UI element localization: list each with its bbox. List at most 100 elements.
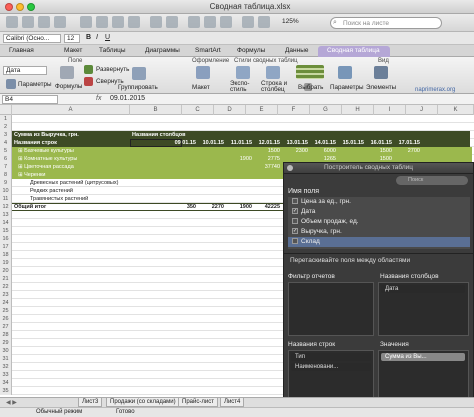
row-header[interactable]: 26: [0, 315, 12, 323]
row-header[interactable]: 33: [0, 371, 12, 379]
rows-cols-button[interactable]: Строка и столбец: [261, 80, 287, 93]
pivot-value-cell[interactable]: 2300: [282, 147, 310, 155]
row-header[interactable]: 16: [0, 235, 12, 243]
select-button[interactable]: Выбрать: [298, 84, 323, 91]
copy-icon[interactable]: [96, 16, 108, 28]
row-header[interactable]: 21: [0, 275, 12, 283]
italic-button[interactable]: I: [96, 34, 98, 41]
print-icon[interactable]: [54, 16, 66, 28]
field-params-button[interactable]: Параметры: [18, 81, 52, 88]
sheet-tab[interactable]: Лист3: [78, 398, 103, 407]
selected-cell[interactable]: [130, 139, 182, 147]
date-header[interactable]: 12.01.15: [254, 139, 282, 147]
formulas-button[interactable]: Формулы: [55, 83, 82, 90]
row-header[interactable]: 6: [0, 155, 12, 163]
row-header[interactable]: 3: [0, 131, 12, 139]
row-header[interactable]: 9: [0, 179, 12, 187]
pivot-style-gallery[interactable]: [296, 65, 324, 79]
pivot-value-cell[interactable]: 2700: [394, 147, 422, 155]
row-header[interactable]: 18: [0, 251, 12, 259]
font-name-select[interactable]: Calibri (Осно...: [3, 34, 61, 43]
report-layout-button[interactable]: Экспо- стиль: [230, 80, 250, 93]
row-header[interactable]: 32: [0, 363, 12, 371]
pivot-value-cell[interactable]: 1500: [366, 147, 394, 155]
pivot-value-cell[interactable]: 1500: [254, 147, 282, 155]
field-row[interactable]: ✓ Дата: [288, 207, 470, 217]
tab-charts[interactable]: Диаграммы: [136, 46, 192, 57]
row-header[interactable]: 23: [0, 291, 12, 299]
formula-input[interactable]: 09.01.2015: [110, 95, 145, 102]
pivot-total-label[interactable]: Общий итог: [14, 203, 114, 211]
row-header[interactable]: 29: [0, 339, 12, 347]
row-header[interactable]: 14: [0, 219, 12, 227]
date-header[interactable]: 16.01.15: [366, 139, 394, 147]
sheet-tab[interactable]: Прайс-лист: [178, 398, 218, 407]
date-header[interactable]: 15.01.15: [338, 139, 366, 147]
pivot-row-item[interactable]: Травянистых растений: [30, 195, 190, 203]
pivot-row-item[interactable]: ⊞ Цветочная рассада: [18, 163, 178, 171]
underline-button[interactable]: U: [105, 34, 110, 41]
row-header[interactable]: 24: [0, 299, 12, 307]
row-header[interactable]: 13: [0, 211, 12, 219]
row-header[interactable]: 7: [0, 163, 12, 171]
pivot-value-cell[interactable]: 37740: [254, 163, 282, 171]
checkbox-icon[interactable]: [292, 218, 298, 225]
sort-icon[interactable]: [204, 16, 216, 28]
row-header[interactable]: 17: [0, 243, 12, 251]
pivot-value-cell[interactable]: 1900: [226, 155, 254, 163]
autosum-icon[interactable]: [188, 16, 200, 28]
paste-icon[interactable]: [112, 16, 124, 28]
filter-drop-area[interactable]: [288, 282, 374, 336]
checkbox-checked-icon[interactable]: ✓: [292, 228, 298, 235]
field-row[interactable]: Объем продаж, ед.: [288, 217, 470, 227]
sheet-tab[interactable]: Лист4: [220, 398, 245, 407]
column-field-pill[interactable]: Дата: [381, 285, 465, 293]
date-header[interactable]: 10.01.15: [198, 139, 226, 147]
row-header[interactable]: 28: [0, 331, 12, 339]
search-input[interactable]: Поиск на листе: [330, 17, 442, 29]
tab-smartart[interactable]: SmartArt: [186, 46, 230, 57]
row-header[interactable]: 8: [0, 171, 12, 179]
row-header[interactable]: 5: [0, 147, 12, 155]
pivot-total-cell[interactable]: 42225: [254, 203, 282, 211]
zoom-level[interactable]: 125%: [282, 18, 299, 25]
pivot-params-button[interactable]: Параметры: [330, 84, 364, 91]
minimize-icon[interactable]: [16, 3, 24, 11]
row-header[interactable]: 19: [0, 259, 12, 267]
pivot-row-label[interactable]: Названия строк: [12, 139, 130, 147]
gallery-icon[interactable]: [242, 16, 254, 28]
open-icon[interactable]: [22, 16, 34, 28]
tab-home[interactable]: Главная: [0, 46, 60, 57]
pivot-row-item[interactable]: ⊞ Бахчевые культуры: [18, 147, 178, 155]
redo-icon[interactable]: [166, 16, 178, 28]
tab-pivot-table[interactable]: Сводная таблица: [318, 46, 390, 57]
format-painter-icon[interactable]: [128, 16, 140, 28]
date-header[interactable]: 13.01.15: [282, 139, 310, 147]
pivot-row-item[interactable]: Редких растений: [30, 187, 190, 195]
save-icon[interactable]: [38, 16, 50, 28]
row-header[interactable]: 31: [0, 355, 12, 363]
pivot-row-item[interactable]: Древесных растений (цитрусовых): [30, 179, 190, 187]
pivot-col-label[interactable]: Названия столбцов: [130, 131, 190, 139]
elements-button[interactable]: Элементы: [366, 84, 396, 91]
row-header[interactable]: 35: [0, 387, 12, 395]
tab-formulas[interactable]: Формулы: [228, 46, 278, 57]
row-header[interactable]: 34: [0, 379, 12, 387]
pivot-total-cell[interactable]: 350: [170, 203, 198, 211]
zoom-icon[interactable]: [27, 3, 35, 11]
row-header[interactable]: 2: [0, 123, 12, 131]
new-icon[interactable]: [6, 16, 18, 28]
panel-close-icon[interactable]: [287, 165, 293, 171]
pivot-row-item[interactable]: ⊞ Комнатные культуры: [18, 155, 178, 163]
row-header[interactable]: 1: [0, 115, 12, 123]
close-icon[interactable]: [5, 3, 13, 11]
row-header[interactable]: 4: [0, 139, 12, 147]
value-field-pill[interactable]: Сумма из Вы...: [381, 353, 465, 361]
row-header[interactable]: 20: [0, 267, 12, 275]
pivot-value-label[interactable]: Сумма из Выручка, грн.: [12, 131, 130, 139]
row-header[interactable]: 12: [0, 203, 12, 211]
pivot-total-cell[interactable]: 2270: [198, 203, 226, 211]
toolbox-icon[interactable]: [258, 16, 270, 28]
pivot-row-item[interactable]: ⊞ Черенки: [18, 171, 178, 179]
font-size-select[interactable]: 12: [64, 34, 80, 43]
